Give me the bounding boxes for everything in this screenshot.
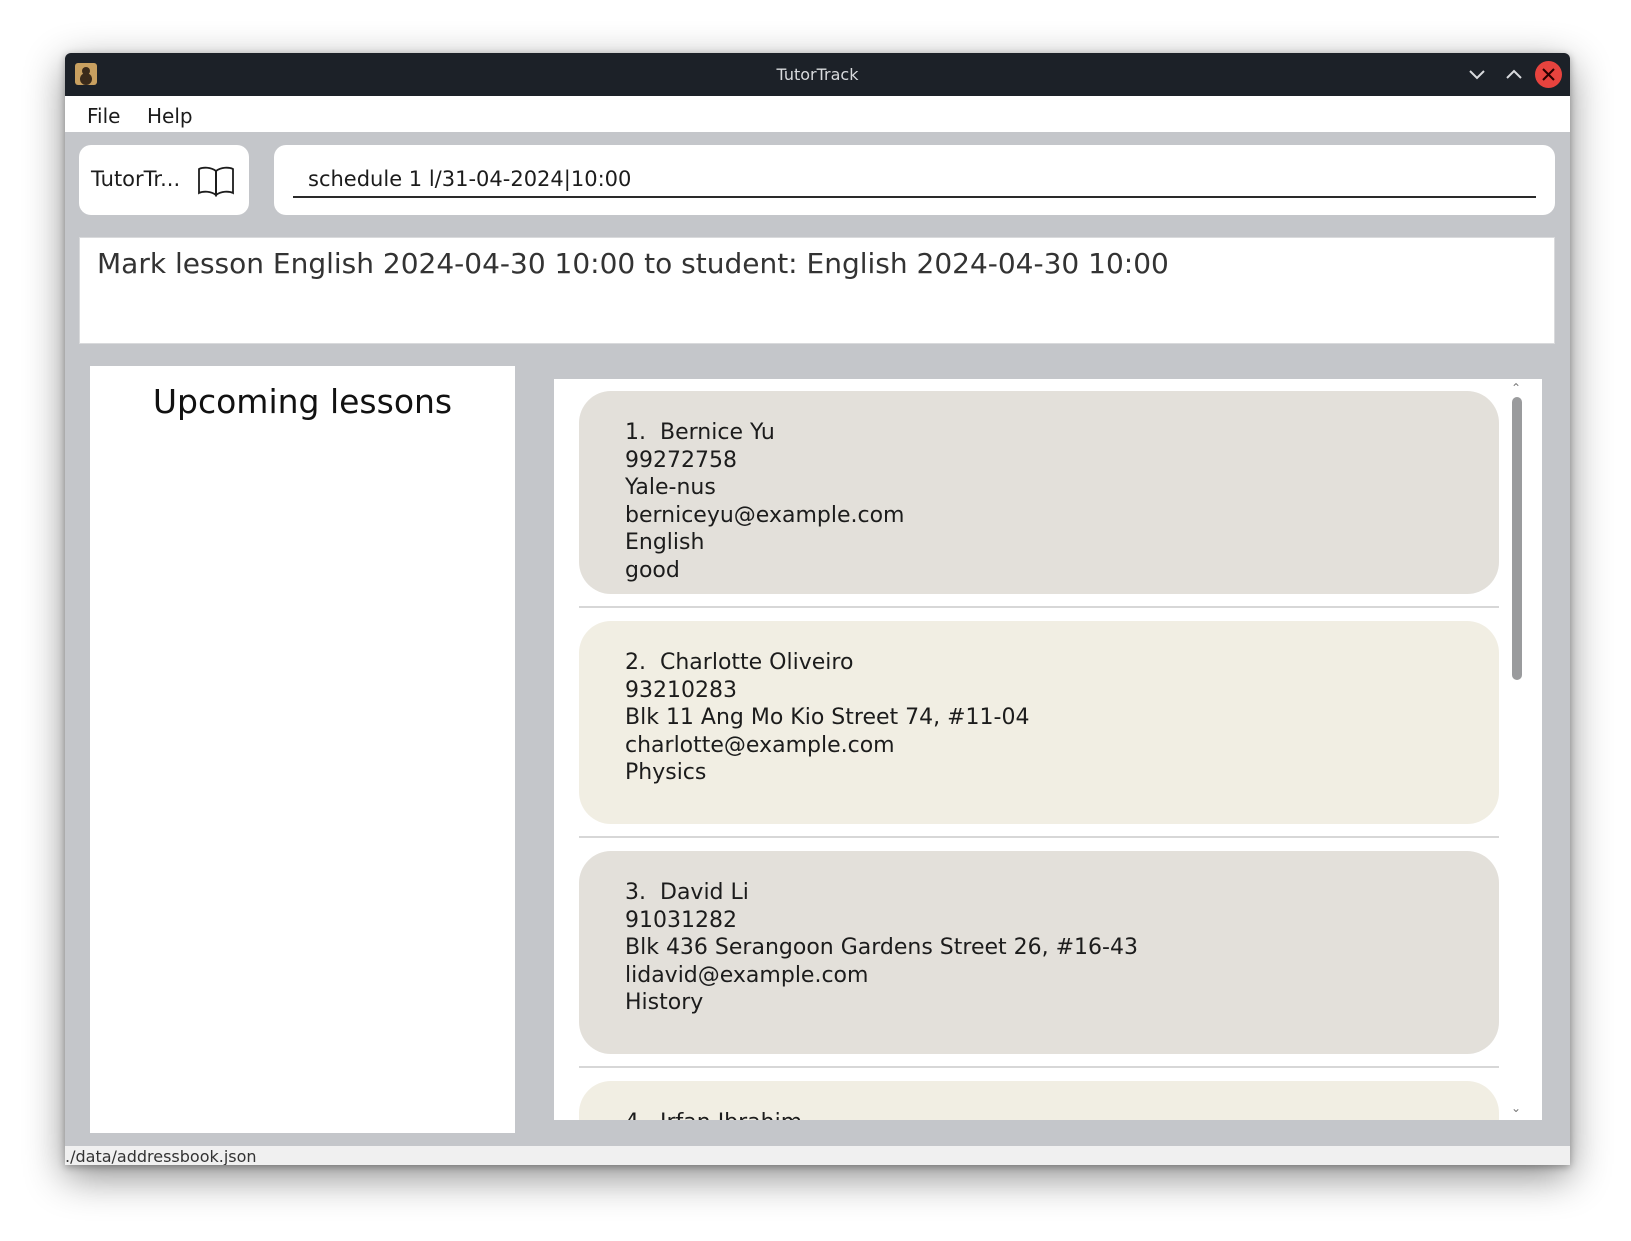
- student-index: 2.: [625, 650, 646, 675]
- scroll-up-arrow[interactable]: ⌃: [1509, 381, 1523, 395]
- student-name-line: 1. Bernice Yu: [625, 419, 1499, 447]
- command-input[interactable]: [293, 162, 1536, 198]
- scroll-down-arrow[interactable]: ⌄: [1509, 1101, 1523, 1115]
- brand-box: TutorTr...: [79, 145, 249, 215]
- student-name: Charlotte Oliveiro: [660, 650, 854, 675]
- student-subject: Physics: [625, 760, 707, 785]
- student-address: Blk 436 Serangoon Gardens Street 26, #16…: [625, 935, 1138, 960]
- student-name: Irfan Ibrahim: [660, 1110, 802, 1120]
- student-email: berniceyu@example.com: [625, 502, 905, 528]
- student-email: lidavid@example.com: [625, 962, 869, 988]
- title-bar[interactable]: TutorTrack: [65, 53, 1570, 96]
- data-file-path: ./data/addressbook.json: [65, 1147, 257, 1165]
- student-phone: 93210283: [625, 677, 737, 703]
- close-button[interactable]: [1535, 61, 1562, 88]
- student-list[interactable]: 1. Bernice Yu 99272758 Yale-nus bernicey…: [554, 379, 1542, 1120]
- student-card[interactable]: 2. Charlotte Oliveiro 93210283 Blk 11 An…: [579, 621, 1499, 824]
- command-box: [274, 145, 1555, 215]
- student-name-line: 3. David Li: [625, 879, 1499, 907]
- student-name: Bernice Yu: [660, 420, 775, 445]
- upcoming-lessons-panel: Upcoming lessons: [90, 366, 515, 1133]
- student-index: 4.: [625, 1110, 646, 1120]
- app-window: TutorTrack File Help TutorTr... Mark les…: [65, 53, 1570, 1165]
- student-name-line: 2. Charlotte Oliveiro: [625, 649, 1499, 677]
- minimize-button[interactable]: [1463, 61, 1491, 89]
- result-display: Mark lesson English 2024-04-30 10:00 to …: [79, 237, 1555, 344]
- window-title: TutorTrack: [776, 65, 859, 84]
- student-card[interactable]: 4. Irfan Ibrahim: [579, 1081, 1499, 1120]
- result-message: Mark lesson English 2024-04-30 10:00 to …: [97, 247, 1169, 280]
- close-icon: [1542, 68, 1555, 81]
- student-address: Blk 11 Ang Mo Kio Street 74, #11-04: [625, 705, 1030, 730]
- status-bar: ./data/addressbook.json: [65, 1146, 1570, 1165]
- list-divider: [579, 836, 1499, 838]
- student-card[interactable]: 3. David Li 91031282 Blk 436 Serangoon G…: [579, 851, 1499, 1054]
- menu-help[interactable]: Help: [147, 104, 193, 128]
- list-divider: [579, 1066, 1499, 1068]
- lessons-title: Upcoming lessons: [152, 382, 453, 421]
- student-subject: English: [625, 530, 705, 555]
- student-subject: History: [625, 990, 704, 1015]
- student-phone: 99272758: [625, 447, 737, 473]
- menu-file[interactable]: File: [87, 104, 120, 128]
- book-icon: [198, 166, 234, 197]
- chevron-down-icon: [1469, 70, 1485, 80]
- student-email: charlotte@example.com: [625, 732, 895, 758]
- student-address: Yale-nus: [625, 475, 716, 500]
- chevron-up-icon: [1506, 69, 1522, 79]
- maximize-button[interactable]: [1500, 61, 1528, 89]
- list-divider: [579, 606, 1499, 608]
- student-name: David Li: [660, 880, 749, 905]
- student-phone: 91031282: [625, 907, 737, 933]
- student-card[interactable]: 1. Bernice Yu 99272758 Yale-nus bernicey…: [579, 391, 1499, 594]
- brand-label: TutorTr...: [91, 167, 181, 191]
- student-remark: good: [625, 557, 680, 583]
- student-name-line: 4. Irfan Ibrahim: [625, 1109, 1499, 1120]
- student-index: 3.: [625, 880, 646, 905]
- student-index: 1.: [625, 420, 646, 445]
- menu-bar: File Help: [65, 96, 1570, 132]
- scrollbar-thumb[interactable]: [1512, 397, 1522, 680]
